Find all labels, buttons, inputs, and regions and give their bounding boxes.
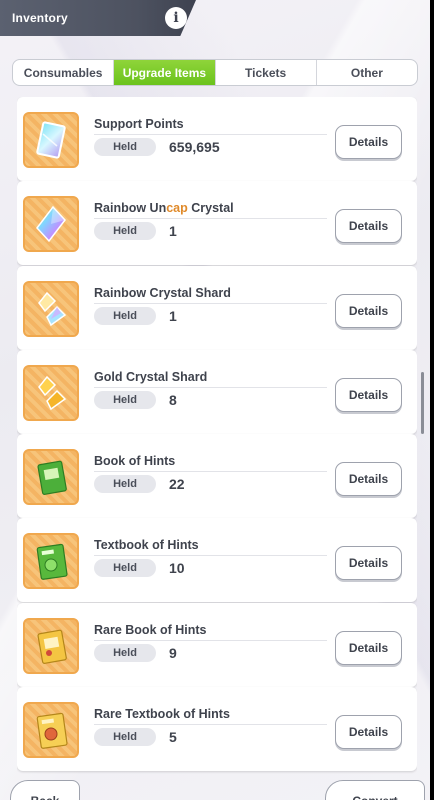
divider (94, 134, 327, 135)
inventory-screen: Inventory i Consumables Upgrade Items Ti… (0, 0, 430, 800)
divider (94, 471, 327, 473)
details-button[interactable]: Details (335, 125, 402, 159)
support-points-icon (23, 112, 79, 168)
item-name: Rainbow Uncap Crystal (94, 201, 234, 215)
list-item: Gold Crystal Shard Held 8 Details (17, 349, 417, 434)
back-button[interactable]: Back (10, 780, 80, 800)
book-icon (23, 449, 79, 506)
tab-upgrade-items[interactable]: Upgrade Items (114, 60, 216, 85)
details-button[interactable]: Details (335, 715, 402, 750)
held-count: 659,695 (169, 139, 220, 155)
held-count: 5 (169, 729, 177, 746)
info-button[interactable]: i (165, 7, 187, 29)
held-label: Held (94, 306, 156, 325)
held-label: Held (94, 643, 156, 662)
tab-other[interactable]: Other (317, 60, 417, 85)
divider (94, 302, 327, 304)
list-item: Rainbow Crystal Shard Held 1 Details (17, 265, 417, 350)
item-name: Rare Textbook of Hints (94, 707, 230, 722)
details-button[interactable]: Details (335, 462, 402, 497)
held-label: Held (94, 559, 156, 578)
item-name-accent: cap (166, 201, 188, 216)
item-name: Rare Book of Hints (94, 622, 207, 637)
tab-tickets[interactable]: Tickets (216, 60, 317, 85)
list-item: Book of Hints Held 22 Details (17, 434, 417, 519)
tab-consumables[interactable]: Consumables (13, 60, 115, 85)
details-button[interactable]: Details (335, 209, 402, 244)
divider (94, 555, 327, 557)
list-scrollbar[interactable] (421, 372, 424, 434)
details-button[interactable]: Details (335, 377, 402, 412)
divider (94, 218, 327, 220)
details-button[interactable]: Details (335, 630, 402, 665)
item-name: Gold Crystal Shard (94, 369, 208, 384)
rainbow-shard-icon (23, 280, 79, 337)
gold-shard-icon (23, 364, 79, 421)
held-label: Held (94, 728, 156, 747)
divider (94, 724, 327, 726)
list-item: Rainbow Uncap Crystal Held 1 Details (17, 181, 417, 266)
list-item: Support Points Held 659,695 Details (17, 97, 417, 181)
details-button[interactable]: Details (335, 546, 402, 581)
held-label: Held (94, 390, 156, 409)
item-name: Support Points (94, 117, 184, 131)
rare-book-icon (23, 617, 79, 674)
held-count: 1 (169, 223, 177, 240)
item-name: Textbook of Hints (94, 538, 199, 553)
held-count: 22 (169, 476, 185, 493)
list-item: Textbook of Hints Held 10 Details (17, 518, 417, 603)
details-button[interactable]: Details (335, 293, 402, 328)
held-label: Held (94, 475, 156, 494)
held-count: 1 (169, 307, 177, 324)
list-item: Rare Textbook of Hints Held 5 Details (17, 687, 417, 772)
item-name-part: Crystal (187, 201, 234, 216)
held-count: 10 (169, 560, 185, 577)
held-count: 9 (169, 644, 177, 661)
divider (94, 639, 327, 641)
rare-textbook-icon (23, 702, 79, 759)
held-count: 8 (169, 391, 177, 408)
convert-button[interactable]: Convert (325, 780, 425, 800)
category-tabs: Consumables Upgrade Items Tickets Other (12, 59, 418, 86)
item-name-part: Rainbow Un (94, 201, 167, 216)
item-name: Book of Hints (94, 454, 176, 469)
held-label: Held (94, 138, 156, 156)
page-title: Inventory (12, 11, 68, 25)
rainbow-crystal-icon (23, 196, 79, 253)
divider (94, 386, 327, 388)
held-label: Held (94, 222, 156, 241)
list-item: Rare Book of Hints Held 9 Details (17, 602, 417, 687)
item-name: Rainbow Crystal Shard (94, 285, 231, 300)
item-list: Support Points Held 659,695 Details Rain… (17, 97, 417, 792)
textbook-icon (23, 533, 79, 590)
